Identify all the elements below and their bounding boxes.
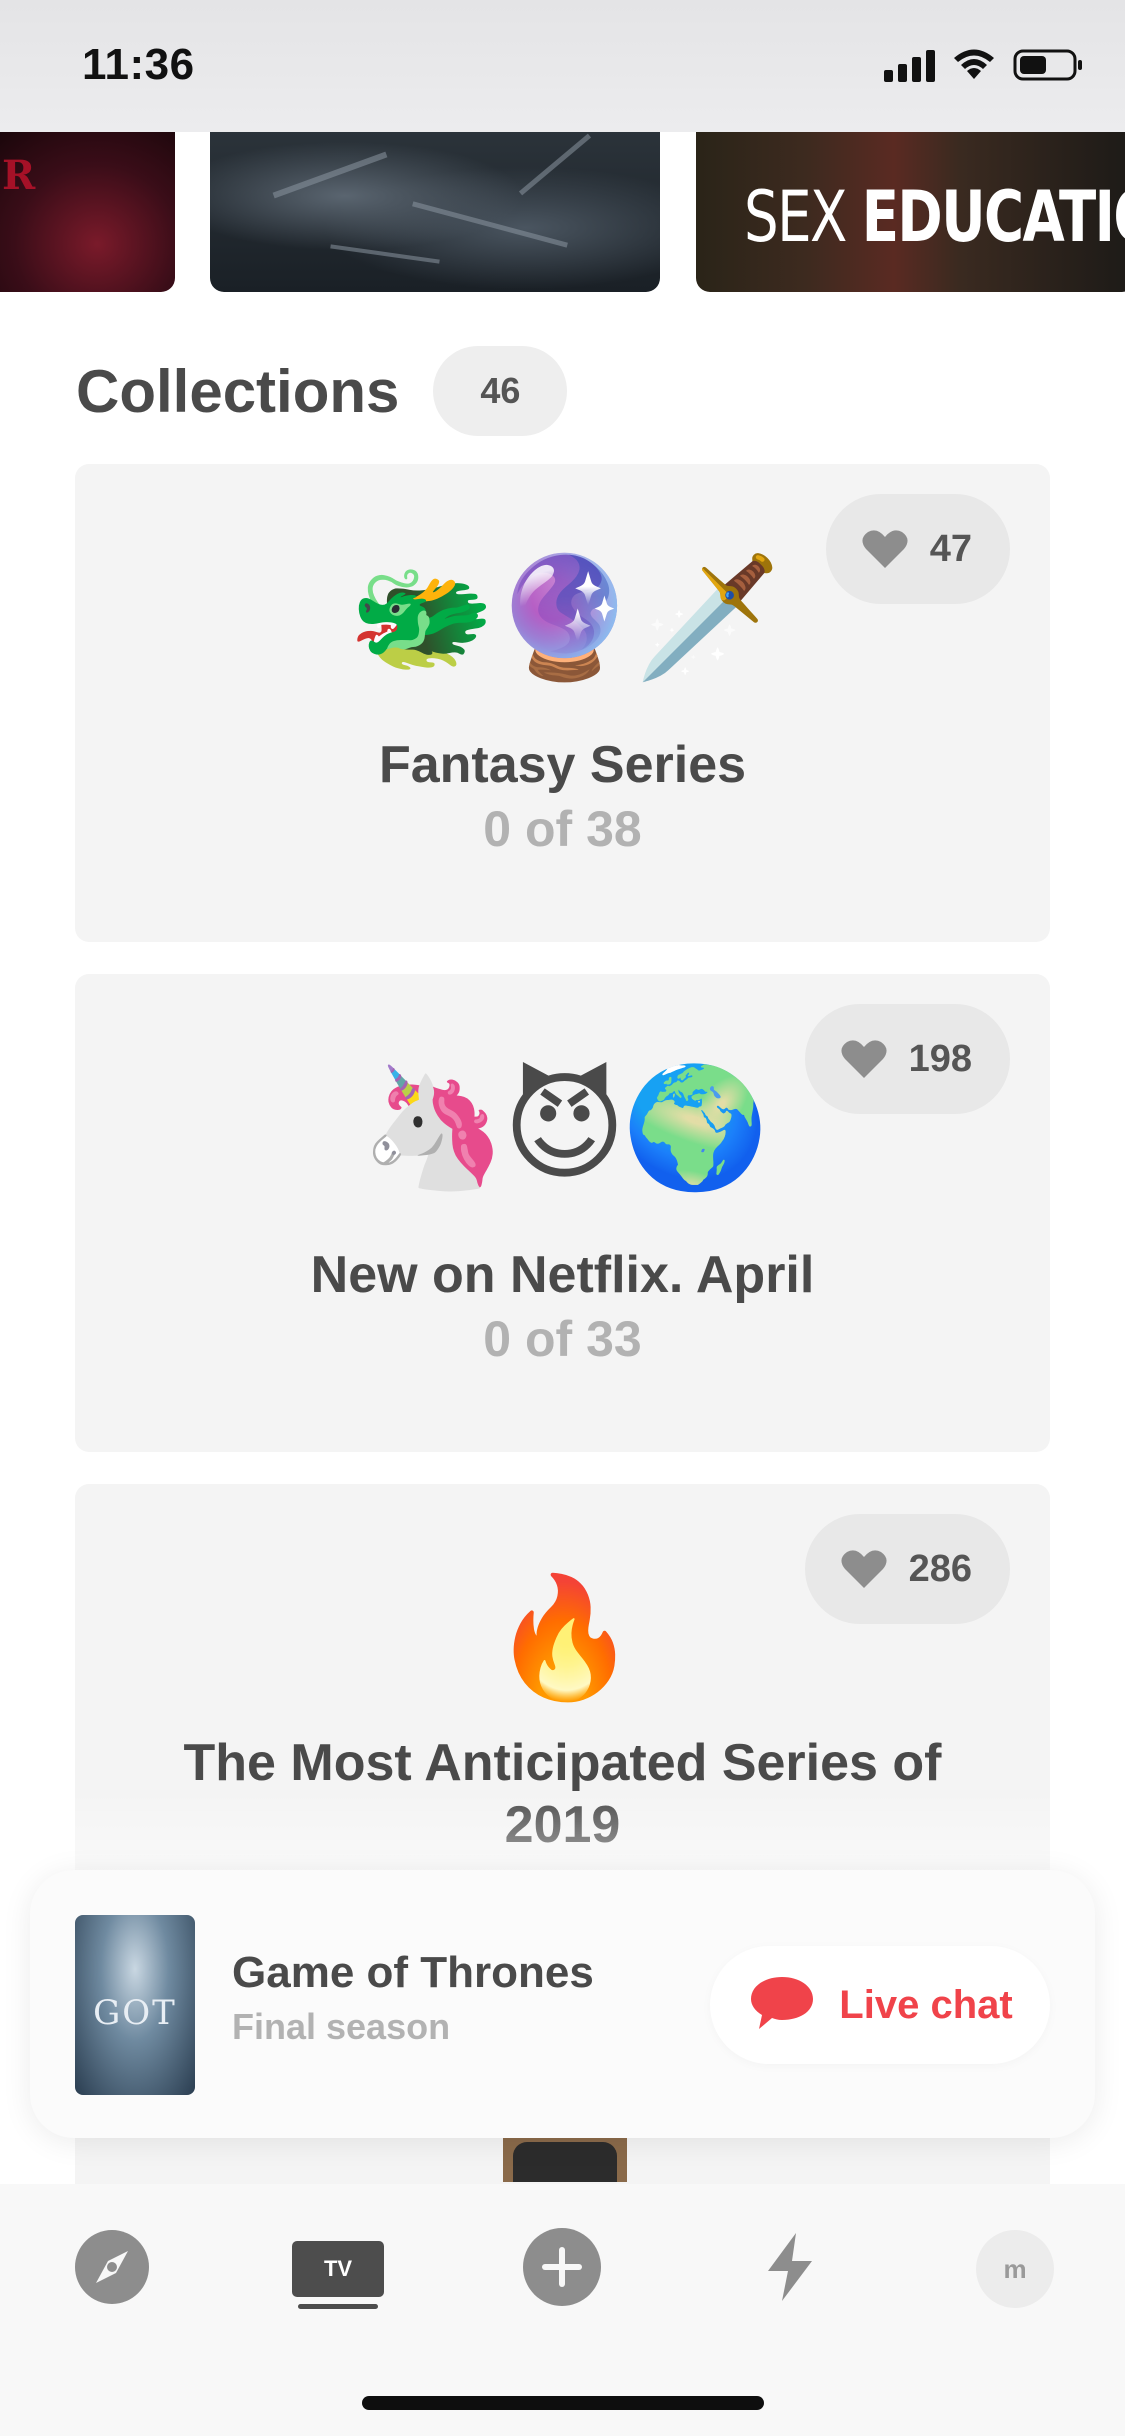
tv-icon: TV — [292, 2241, 384, 2309]
poster-stranger-things[interactable]: R — [0, 132, 175, 292]
tab-add[interactable] — [517, 2224, 607, 2314]
collections-title: Collections — [76, 357, 400, 425]
cellular-signal-icon — [884, 48, 935, 82]
status-bar: 11:36 — [0, 0, 1125, 132]
poster-war[interactable] — [210, 132, 660, 292]
featured-carousel: R SEX EDUCATION — [0, 132, 1125, 292]
discover-icon — [74, 2229, 150, 2310]
battery-icon — [1013, 48, 1085, 82]
collection-title: Fantasy Series — [378, 736, 747, 794]
status-time: 11:36 — [82, 40, 195, 89]
live-chat-button[interactable]: Live chat — [710, 1946, 1050, 2064]
profile-avatar: m — [976, 2230, 1054, 2308]
chat-bubble-icon — [747, 1973, 817, 2038]
show-thumbnail[interactable]: GOT — [75, 1915, 195, 2095]
collections-header: Collections 46 — [76, 346, 568, 436]
tab-activity[interactable] — [745, 2224, 835, 2314]
add-icon — [522, 2227, 602, 2312]
show-thumbnail-logo: GOT — [93, 1993, 177, 2033]
poster-sex-education[interactable]: SEX EDUCATION — [696, 132, 1125, 292]
tab-profile[interactable]: m — [970, 2224, 1060, 2314]
show-title: Game of Thrones — [232, 1948, 594, 1997]
tv-illustration — [503, 2132, 627, 2182]
live-chat-label: Live chat — [839, 1982, 1013, 2027]
wifi-icon — [953, 49, 995, 81]
status-icons — [884, 48, 1085, 82]
show-subtitle: Final season — [232, 2006, 451, 2047]
home-indicator[interactable] — [362, 2396, 764, 2410]
collection-card[interactable]: 47 🐲🔮🗡️ Fantasy Series 0 of 38 — [75, 464, 1050, 942]
collection-title: New on Netflix. April — [310, 1246, 815, 1304]
tab-tv[interactable]: TV — [292, 2224, 384, 2314]
collection-emoji: 🔥 — [491, 1568, 638, 1706]
poster-sex-education-title: SEX EDUCATION — [744, 176, 1125, 258]
collection-emoji: 🦄😈🌍 — [360, 1058, 769, 1196]
tab-discover[interactable] — [67, 2224, 157, 2314]
collection-emoji: 🐲🔮🗡️ — [348, 548, 781, 686]
collection-progress: 0 of 33 — [483, 1311, 642, 1367]
lightning-icon — [762, 2231, 818, 2308]
collection-progress: 0 of 38 — [483, 801, 642, 857]
poster-letter: R — [2, 152, 36, 199]
collections-count-badge[interactable]: 46 — [433, 346, 568, 436]
collection-card[interactable]: 198 🦄😈🌍 New on Netflix. April 0 of 33 — [75, 974, 1050, 1452]
now-playing-banner[interactable]: GOT Game of Thrones Final season Live ch… — [30, 1870, 1095, 2138]
